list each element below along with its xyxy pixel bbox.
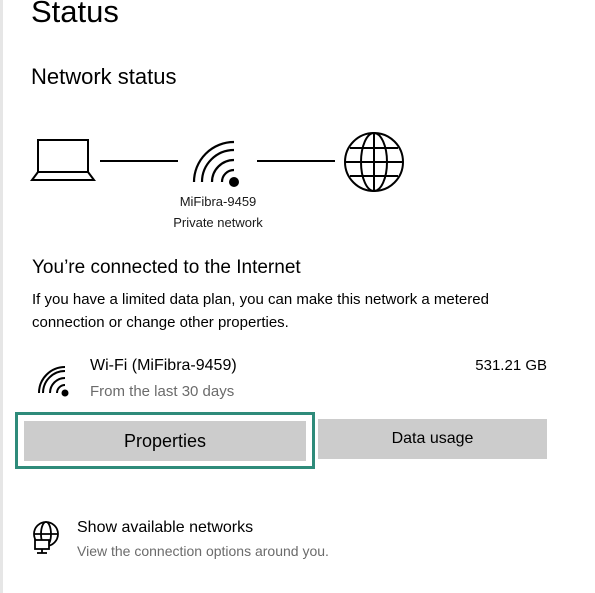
network-name-label: MiFibra-9459 [179, 194, 257, 209]
connector-line-left [100, 160, 178, 162]
network-diagram: MiFibra-9459 Private network [0, 0, 595, 240]
connection-data-usage: 531.21 GB [475, 357, 547, 374]
globe-icon [344, 132, 404, 192]
show-available-networks-description: View the connection options around you. [77, 543, 329, 559]
network-status-heading: Network status [31, 64, 177, 89]
window-left-edge [0, 0, 3, 593]
connector-line-right [257, 160, 335, 162]
available-networks-icon[interactable] [31, 520, 65, 554]
connection-status-heading: You’re connected to the Internet [32, 257, 301, 278]
network-type-label: Private network [173, 215, 263, 230]
show-available-networks-link[interactable]: Show available networks [77, 519, 253, 537]
connection-period: From the last 30 days [90, 383, 235, 400]
data-usage-button[interactable]: Data usage [318, 419, 547, 459]
page-title: Status [31, 0, 119, 29]
connection-status-description: If you have a limited data plan, you can… [32, 291, 489, 331]
wifi-icon [192, 140, 239, 187]
properties-button[interactable]: Properties [22, 419, 308, 463]
wifi-signal-icon [38, 366, 69, 397]
laptop-icon [30, 139, 96, 181]
connection-name: Wi-Fi (MiFibra-9459) [90, 357, 237, 374]
